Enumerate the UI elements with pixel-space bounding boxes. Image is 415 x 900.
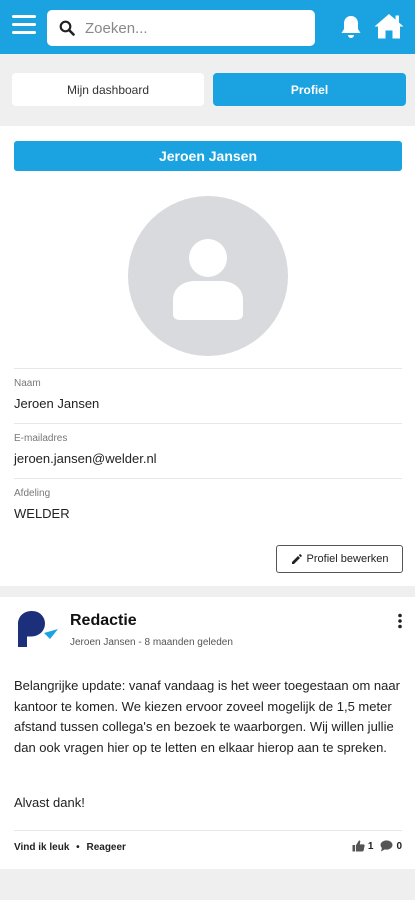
avatar xyxy=(128,196,288,356)
user-silhouette-icon xyxy=(173,239,243,320)
home-icon[interactable] xyxy=(373,12,405,40)
separator: • xyxy=(76,842,80,853)
post-meta: Jeroen Jansen - 8 maanden geleden xyxy=(70,637,233,648)
tab-bar: Mijn dashboard Profiel xyxy=(0,54,415,126)
post-stats: 1 0 xyxy=(345,840,402,852)
post-body: Belangrijke update: vanaf vandaag is het… xyxy=(14,678,400,755)
field-afdeling: Afdeling WELDER xyxy=(14,478,402,521)
profile-card: Jeroen Jansen Naam Jeroen Jansen E-maila… xyxy=(0,126,415,586)
field-label: E-mailadres xyxy=(14,433,68,444)
search-bar[interactable] xyxy=(47,10,315,46)
pencil-icon xyxy=(291,553,302,564)
post-card: Redactie Jeroen Jansen - 8 maanden geled… xyxy=(0,597,415,869)
like-count-stat[interactable]: 1 xyxy=(352,840,374,852)
field-value: jeroen.jansen@welder.nl xyxy=(14,451,157,466)
post-author[interactable]: Redactie xyxy=(70,612,137,630)
field-email: E-mailadres jeroen.jansen@welder.nl xyxy=(14,423,402,466)
tab-profiel[interactable]: Profiel xyxy=(213,73,406,106)
edit-profile-button[interactable]: Profiel bewerken xyxy=(276,545,403,573)
field-label: Naam xyxy=(14,378,41,389)
post-footer: Vind ik leuk • Reageer 1 0 xyxy=(14,830,402,853)
edit-profile-label: Profiel bewerken xyxy=(306,553,389,565)
post-actions: Vind ik leuk • Reageer xyxy=(14,842,126,853)
comment-icon xyxy=(380,840,393,852)
reply-link[interactable]: Reageer xyxy=(86,842,125,853)
tab-mijn-dashboard[interactable]: Mijn dashboard xyxy=(12,73,204,106)
search-input[interactable] xyxy=(85,19,285,37)
thumbs-up-icon xyxy=(352,840,365,852)
menu-icon[interactable] xyxy=(12,15,36,35)
profile-name-banner: Jeroen Jansen xyxy=(14,141,402,171)
like-count: 1 xyxy=(367,840,374,852)
redactie-logo xyxy=(18,611,58,647)
like-link[interactable]: Vind ik leuk xyxy=(14,842,69,853)
bell-icon[interactable] xyxy=(338,14,364,40)
search-icon xyxy=(59,20,75,36)
kebab-menu-icon[interactable] xyxy=(396,613,404,629)
field-naam: Naam Jeroen Jansen xyxy=(14,368,402,411)
top-bar xyxy=(0,0,415,54)
field-value: WELDER xyxy=(14,506,70,521)
field-label: Afdeling xyxy=(14,488,51,499)
post-closing: Alvast dank! xyxy=(14,795,85,810)
comment-count-stat[interactable]: 0 xyxy=(380,840,402,852)
field-value: Jeroen Jansen xyxy=(14,396,100,411)
comment-count: 0 xyxy=(396,840,402,852)
